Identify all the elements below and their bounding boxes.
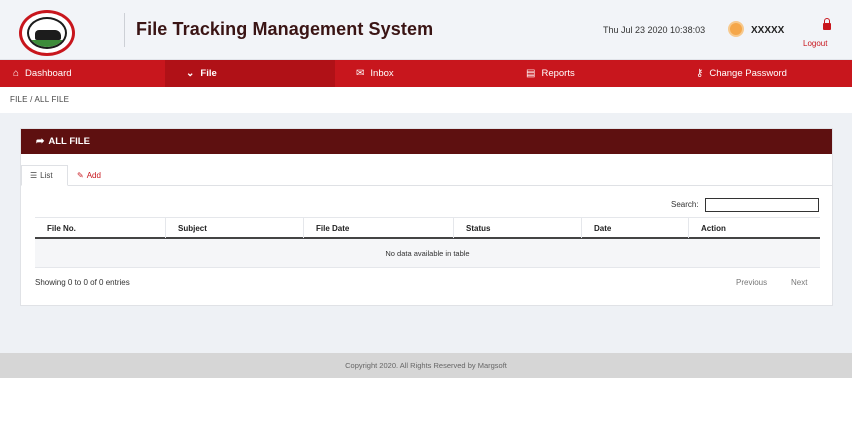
user-name[interactable]: XXXXX — [751, 25, 784, 36]
main-content: ➦ ALL FILE ☰ List ✎ Add Search: File No.… — [0, 113, 852, 353]
panel-title: ALL FILE — [48, 136, 90, 147]
tab-list[interactable]: ☰ List — [21, 165, 68, 186]
breadcrumb: FILE / ALL FILE — [0, 87, 852, 113]
panel-tabs: ☰ List ✎ Add — [21, 165, 832, 186]
tab-label: List — [40, 171, 53, 180]
column-header-status[interactable]: Status — [453, 218, 581, 238]
home-icon: ⌂ — [13, 67, 20, 79]
panel-header: ➦ ALL FILE — [21, 129, 832, 154]
nav-item-change-password[interactable]: ⚷ Change Password — [675, 60, 852, 87]
nav-item-dashboard[interactable]: ⌂ Dashboard — [0, 60, 165, 87]
mail-icon: ✉ — [356, 67, 365, 79]
column-header-file-date[interactable]: File Date — [303, 218, 453, 238]
chevrons-down-icon: ⌄ — [186, 67, 195, 79]
key-icon: ⚷ — [696, 67, 704, 79]
header-divider — [124, 13, 125, 47]
column-header-file-no[interactable]: File No. — [35, 218, 165, 238]
all-file-panel: ➦ ALL FILE ☰ List ✎ Add Search: File No.… — [20, 128, 833, 306]
table-empty-row: No data available in table — [35, 239, 820, 268]
entries-info: Showing 0 to 0 of 0 entries — [35, 278, 130, 287]
share-arrow-icon: ➦ — [36, 136, 45, 147]
nav-item-label: Inbox — [370, 68, 394, 79]
search-input[interactable] — [705, 198, 819, 212]
nav-item-file[interactable]: ⌄ File — [165, 60, 335, 87]
document-icon: ▤ — [526, 67, 536, 79]
nav-item-label: Change Password — [709, 68, 787, 79]
list-icon: ☰ — [30, 171, 38, 180]
column-header-subject[interactable]: Subject — [165, 218, 303, 238]
app-title: File Tracking Management System — [136, 19, 434, 39]
search-label: Search: — [671, 200, 699, 209]
nav-item-label: Reports — [541, 68, 575, 79]
user-avatar-icon[interactable] — [728, 21, 744, 37]
previous-page-button[interactable]: Previous — [736, 278, 767, 287]
files-table: File No. Subject File Date Status Date A… — [35, 217, 820, 268]
column-header-action[interactable]: Action — [688, 218, 820, 238]
nav-item-inbox[interactable]: ✉ Inbox — [335, 60, 505, 87]
table-header: File No. Subject File Date Status Date A… — [35, 217, 820, 239]
next-page-button[interactable]: Next — [791, 278, 807, 287]
logout-link[interactable]: Logout — [803, 39, 827, 48]
tab-label: Add — [86, 171, 101, 180]
nav-item-label: File — [200, 68, 217, 79]
tab-add[interactable]: ✎ Add — [69, 165, 109, 186]
app-header: File Tracking Management System Thu Jul … — [0, 0, 852, 60]
yak-emblem-icon — [27, 17, 67, 49]
page-footer: Copyright 2020. All Rights Reserved by M… — [0, 353, 852, 378]
org-logo[interactable] — [19, 10, 75, 56]
current-datetime: Thu Jul 23 2020 10:38:03 — [603, 25, 706, 35]
nav-item-reports[interactable]: ▤ Reports — [505, 60, 675, 87]
nav-item-label: Dashboard — [25, 68, 72, 79]
column-header-date[interactable]: Date — [581, 218, 688, 238]
main-nav: ⌂ Dashboard ⌄ File ✉ Inbox ▤ Reports ⚷ C… — [0, 60, 852, 87]
lock-icon[interactable] — [823, 18, 831, 30]
edit-icon: ✎ — [77, 171, 84, 180]
